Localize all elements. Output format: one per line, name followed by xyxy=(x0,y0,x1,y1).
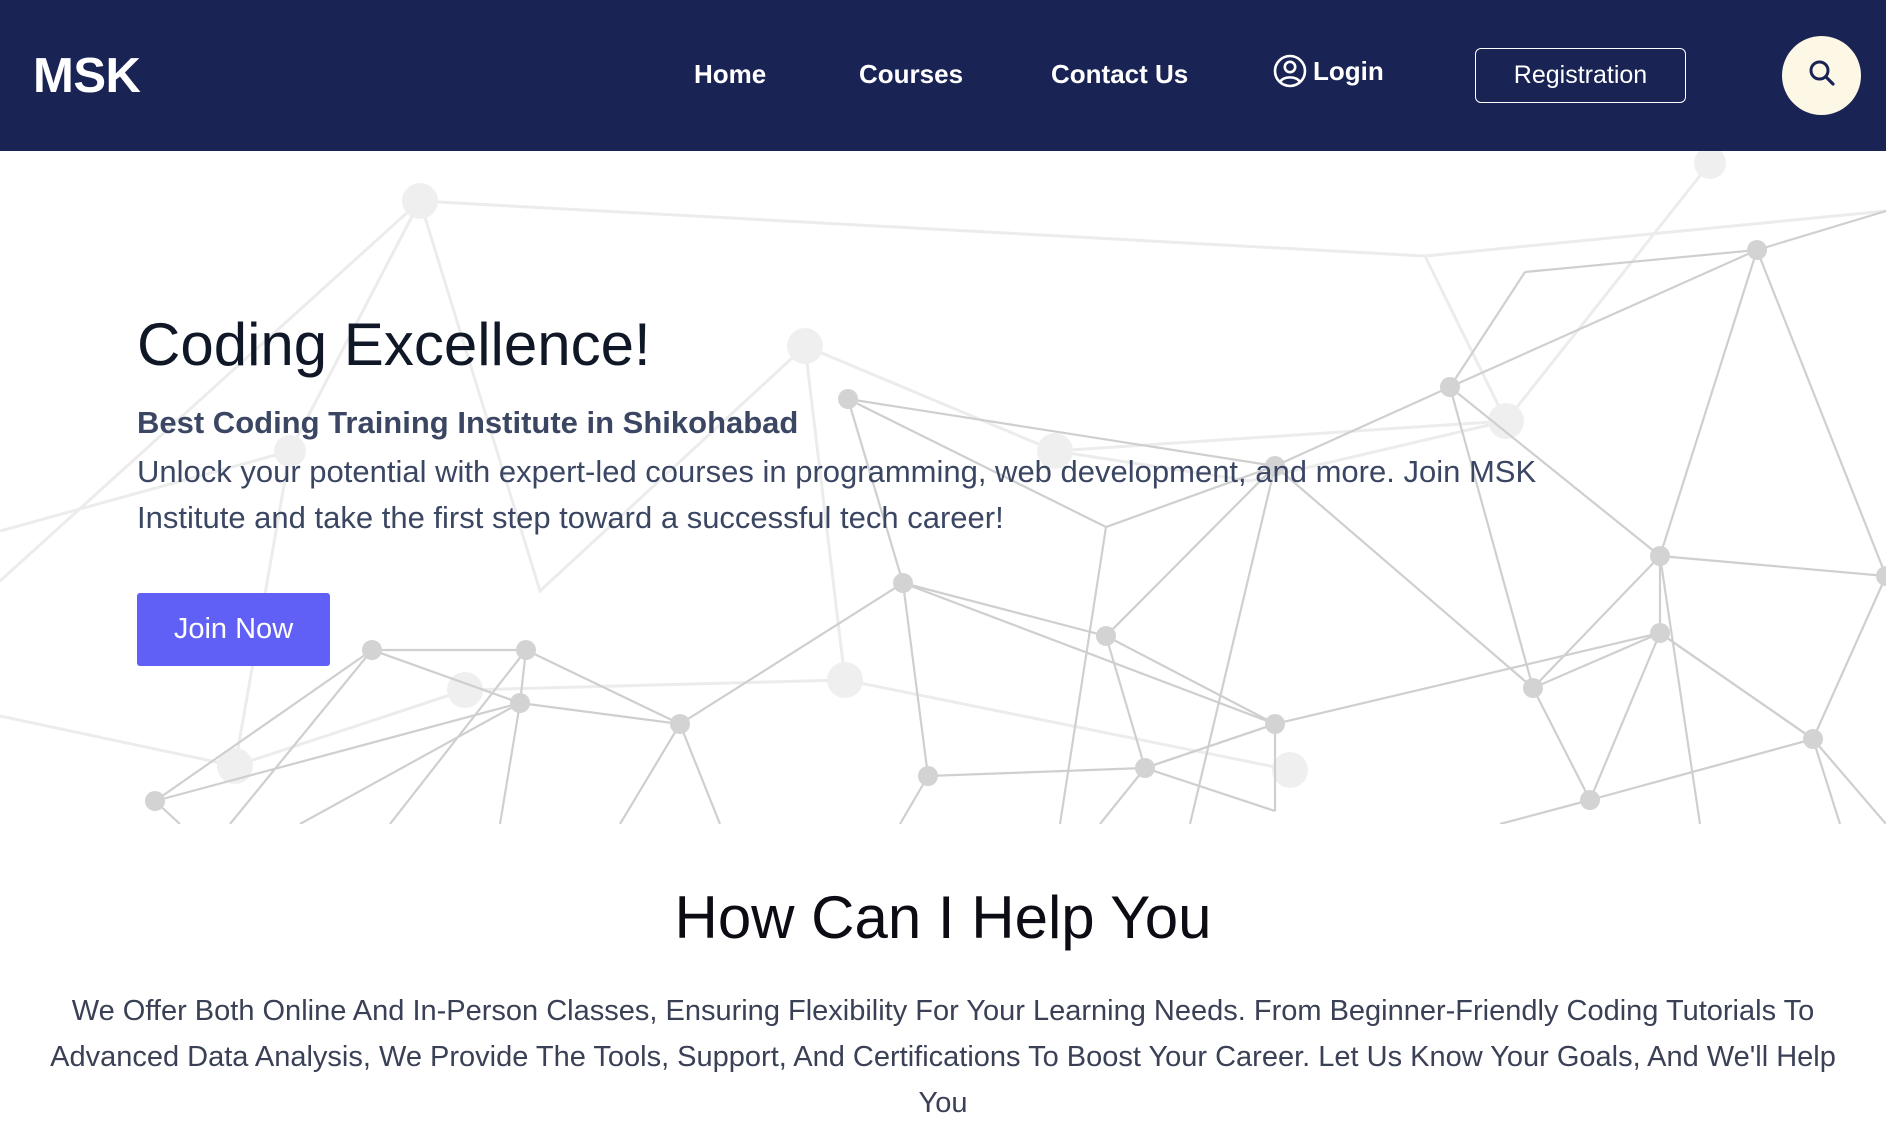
registration-button[interactable]: Registration xyxy=(1475,48,1686,103)
nav-home-link[interactable]: Home xyxy=(694,58,766,90)
help-section-text: We Offer Both Online And In-Person Class… xyxy=(50,995,1836,1119)
nav-contact-link[interactable]: Contact Us xyxy=(1051,58,1188,90)
join-now-button[interactable]: Join Now xyxy=(137,593,330,666)
nav-courses-link[interactable]: Courses xyxy=(859,58,963,90)
hero-section: Coding Excellence! Best Coding Training … xyxy=(0,151,1886,824)
navbar: MSK Home Courses Contact Us Login Regist… xyxy=(0,0,1886,151)
nav-login-link[interactable]: Login xyxy=(1273,54,1384,88)
hero-subtitle: Best Coding Training Institute in Shikoh… xyxy=(137,405,799,440)
site-logo[interactable]: MSK xyxy=(33,48,141,104)
search-icon xyxy=(1807,58,1837,93)
hero-description: Unlock your potential with expert-led co… xyxy=(137,454,1537,535)
hero-title: Coding Excellence! xyxy=(137,311,651,378)
search-button[interactable] xyxy=(1782,36,1861,115)
help-section-title: How Can I Help You xyxy=(674,884,1212,951)
nav-login-label: Login xyxy=(1313,56,1384,86)
user-circle-icon xyxy=(1273,54,1307,88)
